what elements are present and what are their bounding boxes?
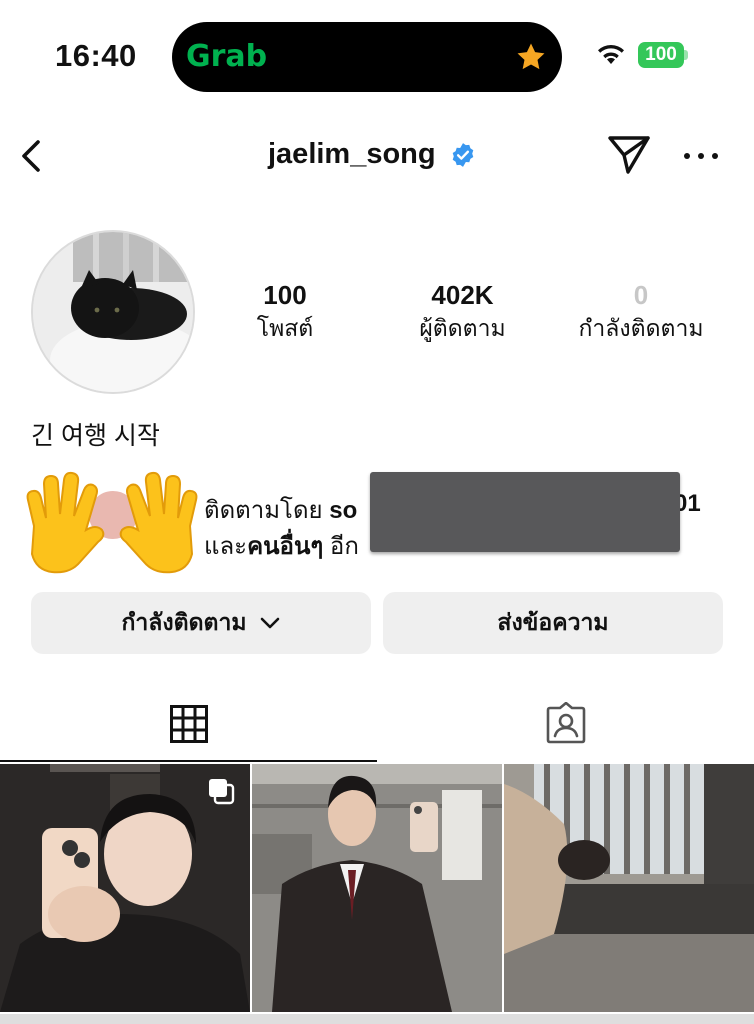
followed-by-line2: และคนอื่นๆ อีก — [204, 526, 359, 565]
more-icon[interactable] — [682, 142, 720, 170]
profile-bio: 긴 여행 시작 — [31, 422, 160, 450]
followed-by-and: และ — [204, 533, 248, 560]
following-button-label: กำลังติดตาม — [121, 609, 247, 635]
followed-by-prefix: ติดตามโดย — [204, 497, 330, 524]
post-thumbnail[interactable] — [504, 764, 754, 1012]
chevron-down-icon — [260, 617, 279, 629]
followed-by-line1: ติดตามโดย so — [204, 490, 357, 529]
post-image — [252, 764, 502, 1012]
profile-title: jaelim_song — [268, 138, 476, 171]
following-count: 0 — [633, 280, 649, 310]
followed-by-first-name[interactable]: so — [329, 497, 357, 524]
profile-tabs — [0, 686, 754, 762]
grid-icon — [169, 705, 208, 743]
posts-stat[interactable]: 100 โพสต์ — [235, 280, 335, 346]
avatar-image — [33, 232, 193, 392]
profile-nav-bar: jaelim_song — [0, 120, 754, 192]
posts-label: โพสต์ — [256, 315, 314, 341]
tab-posts-grid[interactable] — [0, 686, 377, 762]
followers-stat[interactable]: 402K ผู้ติดตาม — [400, 280, 525, 346]
multiple-photos-icon — [209, 779, 235, 805]
posts-count: 100 — [263, 280, 307, 310]
followers-count: 402K — [431, 280, 494, 310]
followers-label: ผู้ติดตาม — [419, 315, 506, 341]
followed-by-more: อีก — [323, 533, 359, 560]
battery-level: 100 — [638, 42, 684, 68]
post-thumbnail[interactable] — [252, 764, 502, 1012]
status-time: 16:40 — [55, 38, 137, 73]
following-stat[interactable]: 0 กำลังติดตาม — [565, 280, 717, 346]
grab-logo: Grab — [186, 39, 268, 74]
tagged-icon — [546, 702, 585, 744]
raised-hand-emoji-icon — [26, 471, 105, 574]
profile-avatar[interactable] — [31, 230, 195, 394]
redaction-block — [370, 472, 680, 552]
message-button[interactable]: ส่งข้อความ — [383, 592, 723, 654]
battery-icon: 100 — [638, 42, 688, 68]
battery-tip — [684, 50, 688, 60]
send-icon[interactable] — [606, 134, 652, 176]
posts-grid — [0, 764, 754, 1024]
dynamic-island[interactable]: Grab — [172, 22, 562, 92]
followed-by-others[interactable]: คนอื่นๆ — [247, 533, 323, 560]
followed-by-section[interactable]: ติดตามโดย so และคนอื่นๆ อีก 01 — [14, 466, 754, 582]
tab-tagged[interactable] — [377, 686, 754, 762]
next-row-peek — [0, 1014, 754, 1024]
message-button-label: ส่งข้อความ — [497, 609, 609, 635]
following-button[interactable]: กำลังติดตาม — [31, 592, 371, 654]
status-bar: 16:40 Grab 100 — [0, 0, 754, 110]
back-icon[interactable] — [14, 134, 50, 178]
active-tab-indicator — [0, 760, 377, 762]
username: jaelim_song — [268, 138, 436, 170]
verified-badge-icon — [452, 142, 473, 167]
post-thumbnail[interactable] — [0, 764, 250, 1012]
wifi-icon — [598, 44, 624, 64]
post-image — [504, 764, 754, 1012]
following-label: กำลังติดตาม — [578, 315, 704, 341]
raised-hand-emoji-icon — [119, 471, 198, 574]
star-icon — [517, 43, 545, 70]
